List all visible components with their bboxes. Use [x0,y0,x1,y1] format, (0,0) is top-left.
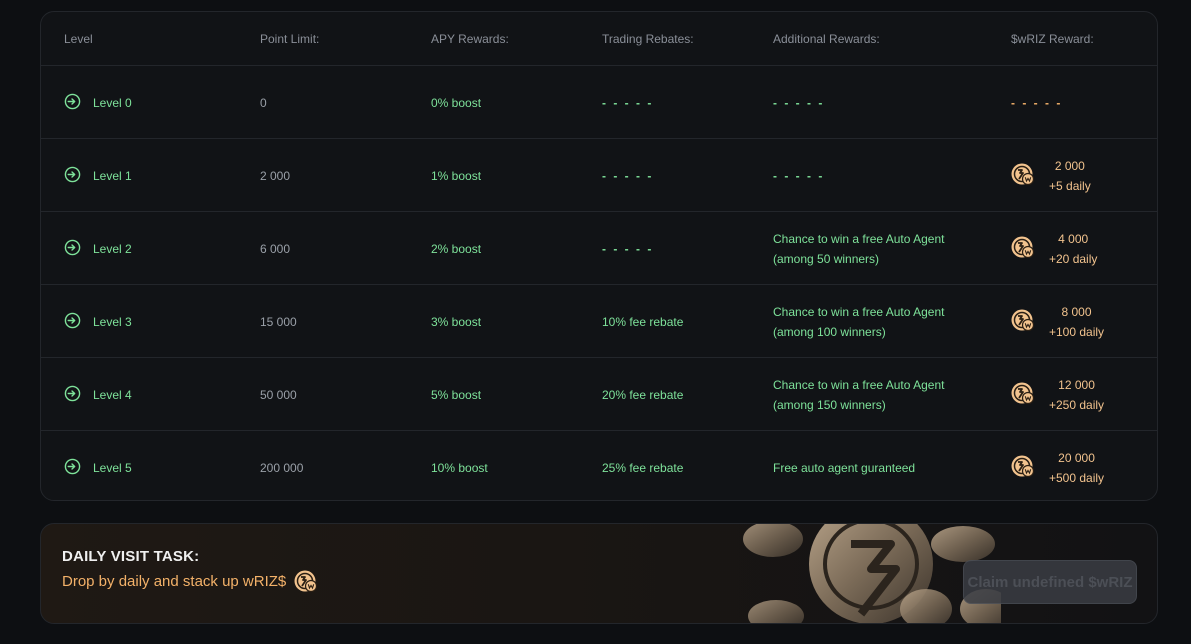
enter-arrow-icon [64,93,81,113]
task-title: DAILY VISIT TASK: [62,548,200,565]
trading-rebate-cell: 10% fee rebate [602,314,684,329]
wriz-reward-values: 12 000 +250 daily [1049,375,1104,415]
apy-reward-cell: 5% boost [431,387,482,402]
additional-reward-cell: - - - - - [773,95,825,110]
wriz-reward-values: 2 000 +5 daily [1049,156,1091,196]
wriz-coin-icon [1011,454,1035,481]
enter-arrow-icon [64,239,81,259]
level-cell[interactable]: Level 0 [64,66,132,139]
apy-reward-cell: 2% boost [431,241,482,256]
table-body: Level 0 0 0% boost - - - - - - - - - - - - - … [41,66,1157,500]
table-row: Level 1 2 000 1% boost - - - - - - - - - - 2 … [41,139,1157,212]
apy-reward-cell: 1% boost [431,168,482,183]
header-trading-rebates: Trading Rebates: [602,32,694,46]
additional-reward-cell: Chance to win a free Auto Agent (among 15… [773,358,993,431]
task-subtitle: Drop by daily and stack up wRIZ$ [62,572,287,590]
wriz-reward-cell: 20 000 +500 daily [1011,431,1104,500]
additional-reward-cell: - - - - - [773,168,825,183]
wriz-coin-icon [294,570,318,593]
wriz-daily: +5 daily [1049,178,1091,193]
point-limit-cell: 0 [260,95,267,110]
wriz-amount: 20 000 [1058,450,1095,465]
additional-reward-line-2: (among 50 winners) [773,251,880,266]
apy-reward-cell: 10% boost [431,460,488,475]
coins-illustration [743,524,1001,623]
point-limit-cell: 200 000 [260,460,304,475]
trading-rebate-cell: - - - - - [602,95,654,110]
table-row: Level 4 50 000 5% boost 20% fee rebate Chanc… [41,358,1157,431]
wriz-reward-cell: 8 000 +100 daily [1011,285,1104,358]
trading-rebate-cell: 20% fee rebate [602,387,684,402]
wriz-daily: +20 daily [1049,251,1098,266]
level-cell[interactable]: Level 2 [64,212,132,285]
header-apy-rewards: APY Rewards: [431,32,509,46]
claim-button[interactable]: Claim undefined $wRIZ [963,560,1137,604]
wriz-amount: 8 000 [1061,304,1092,319]
point-limit-cell: 2 000 [260,168,291,183]
apy-reward-cell: 3% boost [431,314,482,329]
wriz-amount: 2 000 [1054,158,1085,173]
level-label: Level 0 [93,95,132,110]
task-subtitle-row: Drop by daily and stack up wRIZ$ [62,568,318,594]
trading-rebate-cell: - - - - - [602,168,654,183]
level-label: Level 1 [93,168,132,183]
trading-rebate-cell: 25% fee rebate [602,460,684,475]
additional-reward-line-1: Chance to win a free Auto Agent [773,304,945,319]
enter-arrow-icon [64,166,81,186]
level-cell[interactable]: Level 1 [64,139,132,212]
level-label: Level 5 [93,460,132,475]
enter-arrow-icon [64,385,81,405]
table-row: Level 0 0 0% boost - - - - - - - - - - - - - … [41,66,1157,139]
level-cell[interactable]: Level 4 [64,358,132,431]
levels-table: Level Point Limit: APY Rewards: Trading … [40,11,1158,501]
apy-reward-cell: 0% boost [431,95,482,110]
enter-arrow-icon [64,458,81,478]
additional-reward-line-2: (among 100 winners) [773,324,886,339]
wriz-reward-values: 20 000 +500 daily [1049,448,1104,488]
level-label: Level 2 [93,241,132,256]
wriz-reward-cell: 2 000 +5 daily [1011,139,1091,212]
wriz-amount: 12 000 [1058,377,1095,392]
header-point-limit: Point Limit: [260,32,320,46]
additional-reward-cell: Chance to win a free Auto Agent (among 10… [773,285,993,358]
wriz-coin-icon [1011,162,1035,189]
enter-arrow-icon [64,312,81,332]
wriz-daily: +500 daily [1049,470,1105,485]
wriz-reward-cell: 12 000 +250 daily [1011,358,1104,431]
wriz-reward-values: 4 000 +20 daily [1049,229,1097,269]
wriz-coin-icon [1011,308,1035,335]
table-header: Level Point Limit: APY Rewards: Trading … [41,12,1157,66]
wriz-reward-cell: 4 000 +20 daily [1011,212,1097,285]
table-row: Level 2 6 000 2% boost - - - - - Chance to w… [41,212,1157,285]
point-limit-cell: 6 000 [260,241,291,256]
header-additional-rewards: Additional Rewards: [773,32,880,46]
wriz-daily: +250 daily [1049,397,1105,412]
additional-reward-line-1: Chance to win a free Auto Agent [773,377,945,392]
header-level: Level [64,32,93,46]
point-limit-cell: 50 000 [260,387,297,402]
additional-reward-line-2: (among 150 winners) [773,397,886,412]
wriz-reward-values: 8 000 +100 daily [1049,302,1104,342]
wriz-daily: +100 daily [1049,324,1105,339]
table-row: Level 5 200 000 10% boost 25% fee rebate Fre… [41,431,1157,500]
daily-visit-task-card: DAILY VISIT TASK: Drop by daily and stac… [40,523,1158,624]
level-cell[interactable]: Level 5 [64,431,132,500]
table-row: Level 3 15 000 3% boost 10% fee rebate Chanc… [41,285,1157,358]
header-wriz-reward: $wRIZ Reward: [1011,32,1094,46]
trading-rebate-cell: - - - - - [602,241,654,256]
wriz-coin-icon [1011,235,1035,262]
level-cell[interactable]: Level 3 [64,285,132,358]
additional-reward-line-1: Chance to win a free Auto Agent [773,231,945,246]
wriz-reward-empty: - - - - - [1011,95,1063,110]
level-label: Level 4 [93,387,132,402]
wriz-coin-icon [1011,381,1035,408]
point-limit-cell: 15 000 [260,314,297,329]
additional-reward-cell: Free auto agent guranteed [773,460,916,475]
wriz-amount: 4 000 [1058,231,1089,246]
additional-reward-cell: Chance to win a free Auto Agent (among 50… [773,212,993,285]
level-label: Level 3 [93,314,132,329]
